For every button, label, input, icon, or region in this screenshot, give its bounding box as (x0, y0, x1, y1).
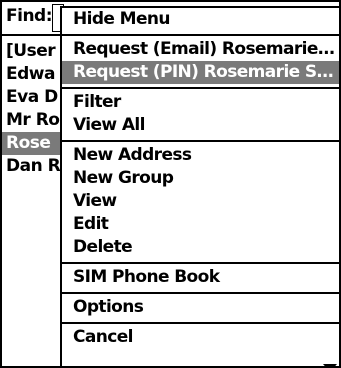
contact-item[interactable]: Edwa (2, 63, 62, 86)
contact-item[interactable]: [User (2, 40, 62, 63)
menu-item-edit[interactable]: Edit (62, 213, 339, 236)
find-bar: Find: (2, 2, 64, 36)
menu-item-new-address[interactable]: New Address (62, 144, 339, 167)
menu-item-hide-menu[interactable]: Hide Menu (62, 8, 339, 31)
chevron-down-icon[interactable] (323, 364, 337, 366)
find-label: Find: (6, 6, 53, 26)
contact-item[interactable]: Dan R (2, 155, 62, 178)
menu-separator (62, 140, 339, 142)
menu-item-request-email[interactable]: Request (Email) Rosemarie... (62, 38, 339, 61)
menu-item-delete[interactable]: Delete (62, 236, 339, 259)
menu-item-request-pin[interactable]: Request (PIN) Rosemarie Sa... (62, 61, 339, 84)
menu-separator (62, 322, 339, 324)
menu-item-sim-phone-book[interactable]: SIM Phone Book (62, 266, 339, 289)
menu-separator (62, 292, 339, 294)
menu-item-options[interactable]: Options (62, 296, 339, 319)
menu-separator (62, 34, 339, 36)
contact-item[interactable]: Eva D (2, 86, 62, 109)
menu-item-filter[interactable]: Filter (62, 91, 339, 114)
device-screen: Find: [User Edwa Eva D Mr Ro Rose Dan R … (0, 0, 341, 368)
menu-separator (62, 262, 339, 264)
contact-list: [User Edwa Eva D Mr Ro Rose Dan R (2, 40, 62, 178)
menu-item-new-group[interactable]: New Group (62, 167, 339, 190)
menu-separator (62, 87, 339, 89)
menu-item-view[interactable]: View (62, 190, 339, 213)
contact-item-selected[interactable]: Rose (2, 132, 62, 155)
context-menu: Hide Menu Request (Email) Rosemarie... R… (60, 6, 339, 366)
contact-item[interactable]: Mr Ro (2, 109, 62, 132)
menu-item-cancel[interactable]: Cancel (62, 326, 339, 349)
menu-item-view-all[interactable]: View All (62, 114, 339, 137)
